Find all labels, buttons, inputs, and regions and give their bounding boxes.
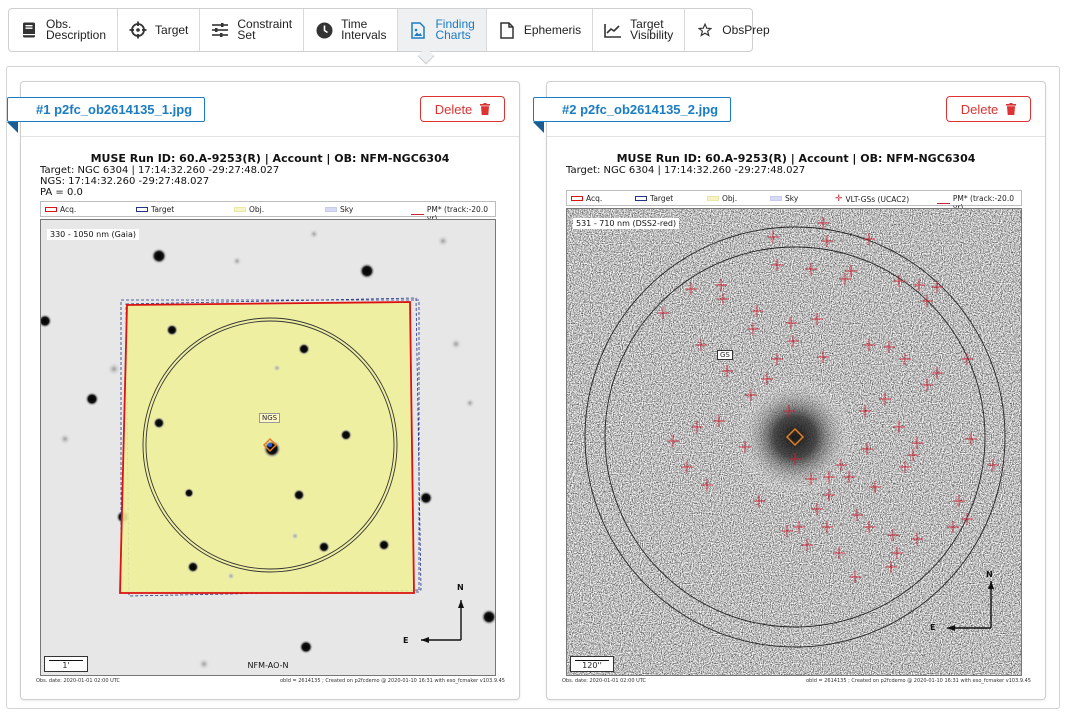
tab-label: Target Visibility bbox=[630, 17, 674, 42]
compass-east: E bbox=[930, 623, 936, 632]
file-icon bbox=[498, 21, 516, 39]
compass-north: N bbox=[986, 570, 993, 579]
legend-acq: Acq. bbox=[571, 194, 602, 203]
tab-ephemeris[interactable]: Ephemeris bbox=[487, 9, 594, 51]
legend-sky: Sky bbox=[325, 205, 353, 214]
book-icon bbox=[20, 21, 38, 39]
sliders-icon bbox=[211, 21, 229, 39]
chart-info: Target: NGC 6304 | 17:14:32.260 -29:27:4… bbox=[566, 165, 805, 176]
target-line: Target: NGC 6304 | 17:14:32.260 -29:27:4… bbox=[40, 165, 280, 176]
star-icon bbox=[696, 21, 714, 39]
obs-date: Obs. date: 2020-01-01 02:00 UTC bbox=[562, 678, 646, 684]
tab-target[interactable]: Target bbox=[118, 9, 201, 51]
fov-overlay bbox=[119, 297, 464, 643]
tab-target-visibility[interactable]: Target Visibility bbox=[593, 9, 686, 51]
finding-chart-image: GS 531 - 710 nm (DSS2-red) N E 120'' bbox=[566, 208, 1022, 676]
legend-gs: ✛ VLT-GSs (UCAC2) bbox=[835, 194, 910, 204]
chart-legend: Acq. Target Obj. Sky PM* (track:-20.0 yr… bbox=[40, 201, 496, 223]
creation-info: obId = 2614135 ; Created on p2fcdemo @ 2… bbox=[806, 678, 1031, 684]
chart-file-name: #1 p2fc_ob2614135_1.jpg bbox=[7, 97, 206, 122]
tab-finding-charts[interactable]: Finding Charts bbox=[398, 9, 487, 51]
tab-label: Target bbox=[155, 22, 189, 37]
band-label: 330 - 1050 nm (Gaia) bbox=[47, 229, 140, 240]
chart-legend: Acq. Target Obj. Sky ✛ VLT-GSs (UCAC2) PM… bbox=[566, 190, 1022, 212]
delete-label: Delete bbox=[960, 101, 999, 117]
finding-chart-image: NGS 330 - 1050 nm (Gaia) N E 1' NFM-AO-N bbox=[40, 219, 496, 676]
compass-east: E bbox=[403, 636, 409, 645]
obs-date: Obs. date: 2020-01-01 02:00 UTC bbox=[36, 678, 120, 684]
tab-time-intervals[interactable]: Time Intervals bbox=[304, 9, 399, 51]
legend-target: Target bbox=[136, 205, 174, 214]
tab-label: Time Intervals bbox=[341, 17, 387, 42]
tab-constraint-set[interactable]: Constraint Set bbox=[200, 9, 305, 51]
tab-label: ObsPrep bbox=[722, 22, 770, 37]
compass-north: N bbox=[457, 583, 464, 592]
trash-icon bbox=[480, 103, 491, 115]
delete-button[interactable]: Delete bbox=[946, 96, 1031, 122]
legend-acq: Acq. bbox=[45, 205, 76, 214]
delete-button[interactable]: Delete bbox=[420, 96, 505, 122]
tab-label: Finding Charts bbox=[435, 17, 475, 42]
finding-charts-panel: #1 p2fc_ob2614135_1.jpg Delete MUSE Run … bbox=[6, 66, 1060, 709]
line-chart-icon bbox=[604, 21, 622, 39]
creation-info: obId = 2614135 ; Created on p2fcdemo @ 2… bbox=[280, 678, 505, 684]
chart-file-name: #2 p2fc_ob2614135_2.jpg bbox=[533, 97, 732, 122]
delete-label: Delete bbox=[434, 101, 473, 117]
chart-title: MUSE Run ID: 60.A-9253(R) | Account | OB… bbox=[90, 152, 450, 165]
tab-label: Ephemeris bbox=[523, 22, 582, 37]
image-file-icon bbox=[409, 21, 427, 39]
card-header: #2 p2fc_ob2614135_2.jpg Delete bbox=[533, 82, 1045, 137]
band-label: 531 - 710 nm (DSS2-red) bbox=[573, 218, 680, 229]
legend-target: Target bbox=[635, 194, 673, 203]
ngs-line: NGS: 17:14:32.260 -29:27:48.027 bbox=[40, 176, 210, 187]
tab-obsprep[interactable]: ObsPrep bbox=[685, 9, 780, 51]
ngs-label: NGS bbox=[259, 413, 281, 423]
tab-bar: Obs. Description Target Constraint Set T… bbox=[8, 8, 770, 52]
gs-label: GS bbox=[717, 350, 733, 360]
legend-sky: Sky bbox=[770, 194, 798, 203]
target-line: Target: NGC 6304 | 17:14:32.260 -29:27:4… bbox=[566, 165, 806, 176]
crosshair-icon bbox=[129, 21, 147, 39]
dss-star-field bbox=[567, 209, 1021, 675]
finding-chart-card: #1 p2fc_ob2614135_1.jpg Delete MUSE Run … bbox=[7, 81, 520, 700]
finding-chart-card: #2 p2fc_ob2614135_2.jpg Delete MUSE Run … bbox=[533, 81, 1046, 700]
tab-label: Constraint Set bbox=[237, 17, 293, 42]
legend-obj: Obj. bbox=[707, 194, 737, 203]
card-header: #1 p2fc_ob2614135_1.jpg Delete bbox=[7, 82, 519, 137]
trash-icon bbox=[1006, 103, 1017, 115]
chart-title: MUSE Run ID: 60.A-9253(R) | Account | OB… bbox=[616, 152, 976, 165]
ao-mode-label: NFM-AO-N bbox=[247, 661, 289, 670]
tab-label: Obs. Description bbox=[46, 17, 107, 42]
tab-obs-description[interactable]: Obs. Description bbox=[9, 9, 119, 51]
scale-bar: 120'' bbox=[570, 656, 614, 672]
chart-info: Target: NGC 6304 | 17:14:32.260 -29:27:4… bbox=[40, 165, 279, 198]
ribbon-fold bbox=[7, 122, 18, 133]
legend-obj: Obj. bbox=[234, 205, 264, 214]
pa-line: PA = 0.0 bbox=[40, 187, 83, 198]
ribbon-fold bbox=[533, 122, 544, 133]
clock-icon bbox=[315, 21, 333, 39]
